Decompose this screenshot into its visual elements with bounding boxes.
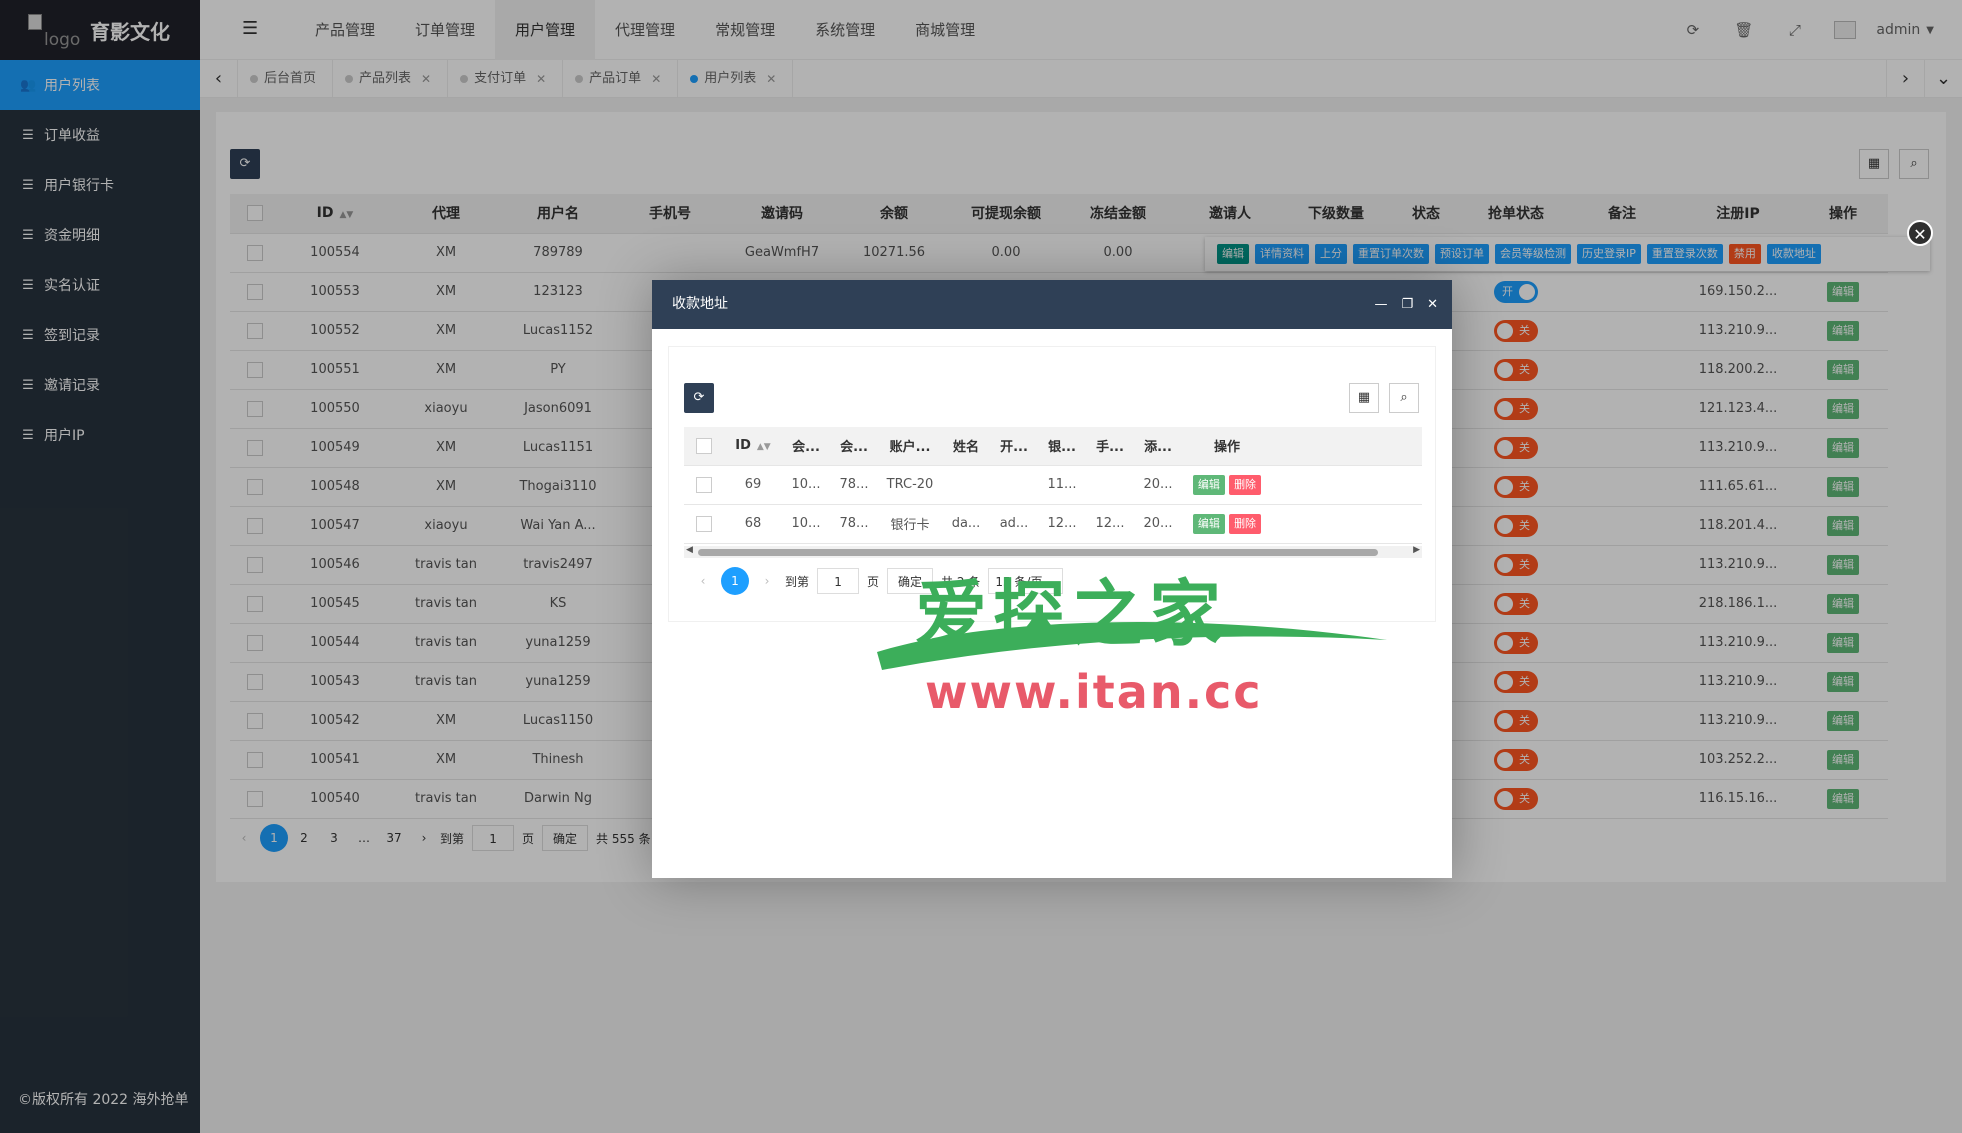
cell: 12... — [1038, 504, 1086, 544]
col-open: 开... — [990, 427, 1038, 466]
cell: 银行卡 — [878, 504, 942, 544]
next-page-icon[interactable]: › — [753, 567, 781, 595]
cell: 10... — [782, 465, 830, 505]
close-icon[interactable]: ✕ — [1907, 220, 1933, 246]
page-1[interactable]: 1 — [721, 567, 749, 595]
watermark-url: www.itan.cc — [925, 665, 1263, 719]
cell: 10... — [782, 504, 830, 544]
col-phone: 手... — [1086, 427, 1134, 466]
close-icon[interactable]: ✕ — [1427, 280, 1438, 329]
cell: TRC-20 — [878, 465, 942, 505]
cell: ad... — [990, 504, 1038, 544]
maximize-icon[interactable]: ❐ — [1401, 280, 1413, 329]
modal-refresh-button[interactable]: ⟳ — [684, 383, 714, 413]
cell: 78... — [830, 504, 878, 544]
cell: da... — [942, 504, 990, 544]
row-checkbox[interactable] — [696, 515, 712, 532]
cell — [942, 465, 990, 505]
col-name: 姓名 — [942, 427, 990, 466]
cell: 20... — [1134, 504, 1182, 544]
goto-page-input[interactable]: 1 — [817, 568, 860, 594]
cell: 69 — [724, 465, 782, 505]
row-checkbox[interactable] — [696, 476, 712, 493]
delete-button[interactable]: 删除 — [1229, 513, 1262, 534]
col-actions: 操作 — [1182, 427, 1272, 466]
select-all-checkbox[interactable] — [696, 437, 712, 454]
goto-label: 到第 — [785, 574, 810, 589]
address-table: ID ▲▼ 会... 会... 账户... 姓名 开... 银... 手... 添… — [684, 427, 1422, 544]
edit-button[interactable]: 编辑 — [1192, 474, 1225, 495]
address-table-header: ID ▲▼ 会... 会... 账户... 姓名 开... 银... 手... 添… — [684, 427, 1422, 466]
col-member-1: 会... — [782, 427, 830, 466]
col-member-2: 会... — [830, 427, 878, 466]
page-unit: 页 — [867, 574, 880, 589]
scroll-right-icon[interactable]: ▶ — [1413, 545, 1420, 555]
cell: 78... — [830, 465, 878, 505]
col-id[interactable]: ID ▲▼ — [724, 427, 782, 466]
col-account: 账户... — [878, 427, 942, 466]
cell: 12... — [1086, 504, 1134, 544]
cell — [990, 465, 1038, 505]
modal-controls: — ❐ ✕ — [1374, 280, 1438, 329]
delete-button[interactable]: 删除 — [1229, 474, 1262, 495]
minimize-icon[interactable]: — — [1374, 280, 1387, 329]
modal-header: 收款地址 — ❐ ✕ — [652, 280, 1452, 329]
table-row: 68 10... 78... 银行卡 da... ad... 12... 12... 20...… — [684, 504, 1422, 544]
sort-icon[interactable]: ▲▼ — [757, 442, 771, 452]
col-added: 添... — [1134, 427, 1182, 466]
scroll-left-icon[interactable]: ◀ — [686, 545, 693, 555]
cell — [1086, 465, 1134, 505]
search-icon[interactable]: ⌕ — [1389, 383, 1419, 413]
cell: 68 — [724, 504, 782, 544]
watermark-swoosh — [877, 621, 1387, 670]
cell: 11... — [1038, 465, 1086, 505]
prev-page-icon[interactable]: ‹ — [689, 567, 717, 595]
edit-button[interactable]: 编辑 — [1192, 513, 1225, 534]
table-row: 69 10... 78... TRC-20 11... 20... 编辑 删除 — [684, 465, 1422, 505]
columns-icon[interactable]: ▦ — [1349, 383, 1379, 413]
cell: 20... — [1134, 465, 1182, 505]
col-bank: 银... — [1038, 427, 1086, 466]
modal-title: 收款地址 — [672, 296, 728, 312]
